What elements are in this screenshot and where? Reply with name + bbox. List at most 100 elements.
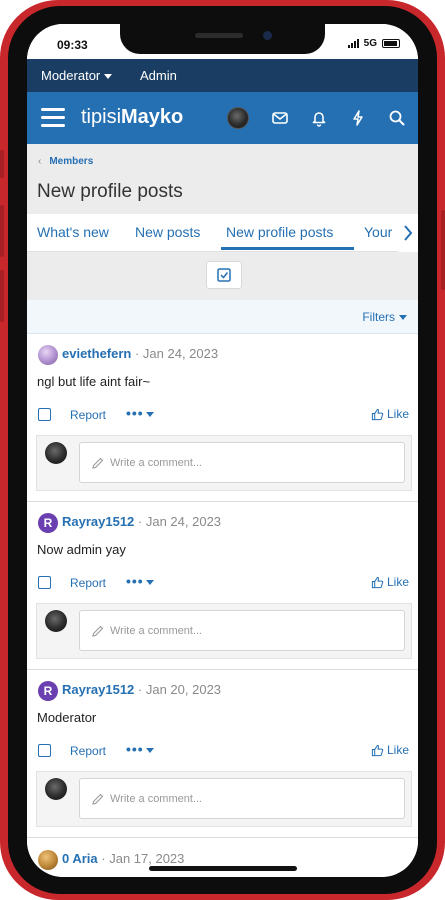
avatar[interactable]: R	[38, 513, 58, 533]
screen: 09:33 5G Moderator Admin tipisiMayko ‹ Me…	[27, 24, 418, 877]
tab-your[interactable]: Your	[364, 224, 392, 240]
admin-link[interactable]: Admin	[140, 68, 177, 83]
post-body: Now admin yay	[37, 542, 126, 557]
post-username[interactable]: 0 Aria	[62, 851, 98, 866]
post-header: Rayray1512 · Jan 20, 2023	[62, 682, 221, 697]
signal-icon	[347, 39, 359, 48]
post-date[interactable]: · Jan 24, 2023	[131, 346, 218, 361]
profile-post: eviethefern · Jan 24, 2023 ngl but life …	[27, 334, 418, 502]
moderator-menu[interactable]: Moderator	[41, 68, 113, 83]
like-label: Like	[386, 575, 409, 589]
post-date[interactable]: · Jan 17, 2023	[98, 851, 184, 866]
like-button[interactable]: Like	[371, 575, 409, 589]
phone-side-button	[0, 270, 4, 322]
thumbs-up-icon	[371, 744, 384, 756]
menu-icon[interactable]	[41, 108, 65, 128]
phone-side-button	[0, 150, 4, 178]
battery-icon	[382, 39, 400, 48]
comment-input[interactable]: Write a comment...	[79, 610, 405, 651]
more-dots: •••	[126, 741, 144, 757]
more-dots: •••	[126, 405, 144, 421]
checkbox-icon	[217, 268, 231, 282]
report-link[interactable]: Report	[70, 408, 106, 422]
chevron-left-icon: ‹	[38, 156, 42, 167]
avatar	[45, 442, 67, 464]
chevron-right-icon	[404, 225, 413, 241]
breadcrumb-label: Members	[49, 156, 94, 167]
report-link[interactable]: Report	[70, 576, 106, 590]
report-link[interactable]: Report	[70, 744, 106, 758]
chevron-down-icon	[145, 411, 154, 417]
status-time: 09:33	[57, 38, 88, 52]
post-header: eviethefern · Jan 24, 2023	[62, 346, 218, 361]
post-date[interactable]: · Jan 20, 2023	[134, 682, 221, 697]
thumbs-up-icon	[371, 408, 384, 420]
notch	[120, 24, 325, 54]
tab-whats-new[interactable]: What's new	[37, 224, 109, 240]
post-body: ngl but life aint fair~	[37, 374, 151, 389]
moderator-label: Moderator	[41, 68, 101, 83]
post-actions: Report ••• Like	[27, 741, 418, 762]
profile-post: R Rayray1512 · Jan 20, 2023 Moderator Re…	[27, 670, 418, 838]
tab-bar: What's new New posts New profile posts Y…	[27, 214, 418, 252]
staff-bar: Moderator Admin	[27, 59, 418, 92]
comment-input[interactable]: Write a comment...	[79, 778, 405, 819]
breadcrumb[interactable]: ‹ Members	[38, 156, 93, 167]
avatar	[45, 778, 67, 800]
comment-area: Write a comment...	[36, 603, 412, 659]
post-username[interactable]: Rayray1512	[62, 682, 134, 697]
profile-post: 0 Aria · Jan 17, 2023	[27, 839, 418, 877]
phone-side-button	[441, 210, 445, 290]
site-logo[interactable]: tipisiMayko	[81, 106, 183, 129]
bell-icon[interactable]	[309, 108, 329, 128]
envelope-icon[interactable]	[270, 108, 290, 128]
network-label: 5G	[363, 38, 377, 49]
more-dots: •••	[126, 573, 144, 589]
chevron-down-icon	[399, 315, 407, 321]
comment-input[interactable]: Write a comment...	[79, 442, 405, 483]
post-actions: Report ••• Like	[27, 405, 418, 426]
chevron-down-icon	[104, 74, 113, 80]
avatar[interactable]: R	[38, 681, 58, 701]
like-button[interactable]: Like	[371, 743, 409, 757]
page-title: New profile posts	[37, 181, 183, 202]
tab-scroll-right[interactable]	[398, 214, 418, 252]
post-body: Moderator	[37, 710, 97, 725]
avatar[interactable]	[38, 345, 58, 365]
search-icon[interactable]	[387, 108, 407, 128]
main-navbar: tipisiMayko	[27, 92, 418, 144]
post-date[interactable]: · Jan 24, 2023	[134, 514, 221, 529]
active-tab-indicator	[221, 247, 354, 250]
post-select-checkbox[interactable]	[38, 408, 51, 421]
more-options-button[interactable]: •••	[126, 573, 154, 589]
thumbs-up-icon	[371, 576, 384, 588]
comment-area: Write a comment...	[36, 771, 412, 827]
comment-placeholder: Write a comment...	[110, 625, 203, 637]
more-options-button[interactable]: •••	[126, 741, 154, 757]
phone-side-button	[0, 205, 4, 257]
post-username[interactable]: eviethefern	[62, 346, 131, 361]
filters-button[interactable]: Filters	[362, 310, 407, 324]
camera	[263, 31, 272, 40]
avatar	[45, 610, 67, 632]
chevron-down-icon	[145, 747, 154, 753]
status-indicators: 5G	[347, 38, 400, 49]
logo-bold: Mayko	[121, 106, 184, 128]
avatar[interactable]	[227, 107, 249, 129]
post-username[interactable]: Rayray1512	[62, 514, 134, 529]
post-actions: Report ••• Like	[27, 573, 418, 594]
bolt-icon[interactable]	[348, 108, 368, 128]
tab-new-posts[interactable]: New posts	[135, 224, 200, 240]
avatar[interactable]	[38, 850, 58, 870]
logo-light: tipisi	[81, 106, 122, 128]
post-select-checkbox[interactable]	[38, 744, 51, 757]
tab-new-profile-posts[interactable]: New profile posts	[226, 224, 333, 240]
home-indicator[interactable]	[149, 866, 297, 871]
post-header: 0 Aria · Jan 17, 2023	[62, 851, 184, 866]
post-select-checkbox[interactable]	[38, 576, 51, 589]
like-label: Like	[386, 743, 409, 757]
select-mode-button[interactable]	[206, 261, 242, 289]
filter-bar: Filters	[27, 300, 418, 334]
more-options-button[interactable]: •••	[126, 405, 154, 421]
like-button[interactable]: Like	[371, 407, 409, 421]
